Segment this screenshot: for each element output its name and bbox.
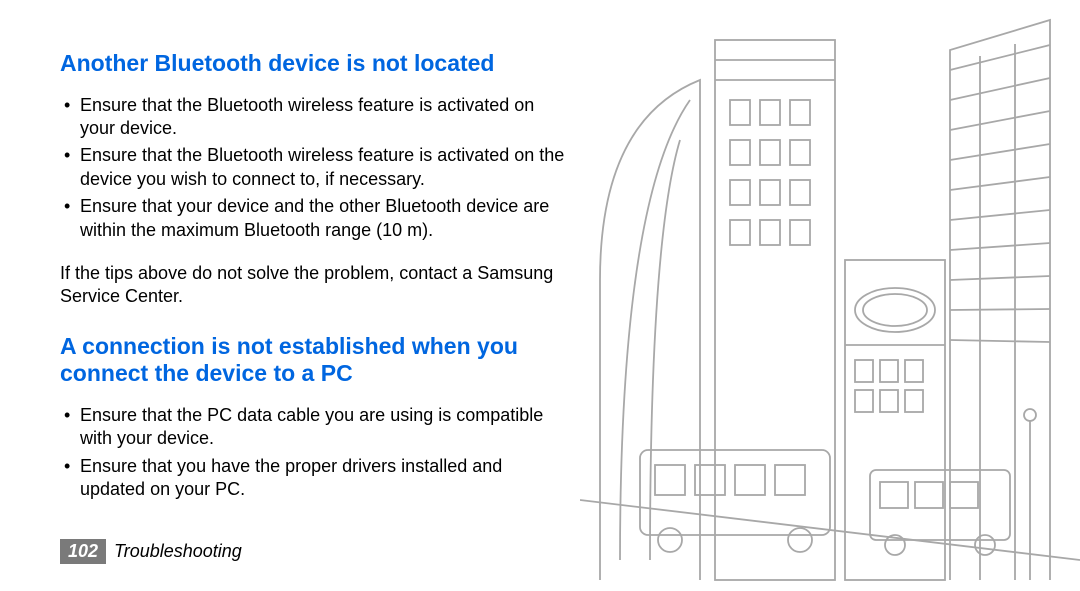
list-item: Ensure that you have the proper drivers …	[60, 455, 570, 502]
page-number: 102	[60, 539, 106, 564]
content-column: Another Bluetooth device is not located …	[60, 50, 570, 501]
cityscape-svg	[580, 0, 1080, 586]
closing-paragraph: If the tips above do not solve the probl…	[60, 262, 570, 309]
cityscape-illustration	[580, 0, 1080, 586]
list-item: Ensure that the Bluetooth wireless featu…	[60, 144, 570, 191]
page-footer: 102 Troubleshooting	[60, 539, 242, 564]
section-heading-pc-connection: A connection is not established when you…	[60, 333, 570, 388]
bullet-list-bluetooth: Ensure that the Bluetooth wireless featu…	[60, 94, 570, 242]
list-item: Ensure that your device and the other Bl…	[60, 195, 570, 242]
list-item: Ensure that the Bluetooth wireless featu…	[60, 94, 570, 141]
bullet-list-pc: Ensure that the PC data cable you are us…	[60, 404, 570, 502]
list-item: Ensure that the PC data cable you are us…	[60, 404, 570, 451]
section-heading-bluetooth: Another Bluetooth device is not located	[60, 50, 570, 78]
manual-page: Another Bluetooth device is not located …	[0, 0, 1080, 586]
footer-section-name: Troubleshooting	[114, 541, 242, 562]
